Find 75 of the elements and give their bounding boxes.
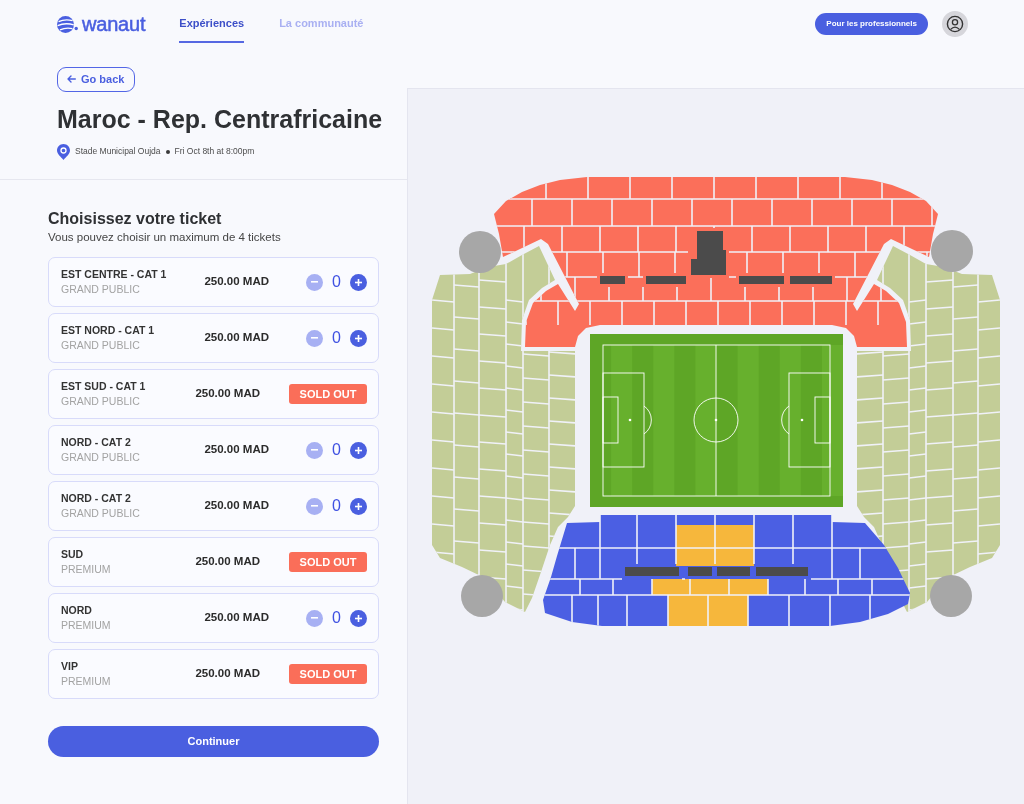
sold-out-badge: SOLD OUT [289,384,367,404]
minus-icon [311,449,318,451]
ticket-category: GRAND PUBLIC [61,507,140,520]
ticket-price: 250.00 MAD [195,386,260,402]
ticket-price: 250.00 MAD [204,274,269,290]
corner-tower [461,575,503,617]
increase-button[interactable] [350,497,367,515]
sold-out-badge: SOLD OUT [289,664,367,684]
logo-wordmark: wanaut [82,14,146,34]
plus-icon [355,278,362,286]
tower-block [691,231,726,275]
increase-button[interactable] [350,329,367,347]
continue-button[interactable]: Continuer [48,726,379,757]
ticket-name: VIP [61,660,78,673]
corner-tower [931,230,973,272]
ticket-category: GRAND PUBLIC [61,451,140,464]
quantity-value: 0 [331,609,342,627]
professionals-button[interactable]: Pour les professionnels [815,13,928,35]
ticket-name: EST NORD - CAT 1 [61,324,155,337]
corner-tower [930,575,972,617]
arrow-left-icon [67,75,76,83]
nav-tab[interactable]: Expériences [179,5,245,43]
logo-ball-icon [57,15,78,33]
quantity-value: 0 [331,273,342,291]
ticket-price: 250.00 MAD [204,498,269,514]
ticket-category: GRAND PUBLIC [61,339,140,352]
booth [625,567,679,576]
ticket-price: 250.00 MAD [204,442,269,458]
ticket-category: PREMIUM [61,675,111,688]
increase-button[interactable] [350,273,367,291]
plus-icon [355,614,362,622]
ticket-name: SUD [61,548,84,561]
event-title: Maroc - Rep. Centrafricaine [57,103,383,134]
booth [600,276,625,284]
date-text: Fri Oct 8th at 8:00pm [174,145,255,158]
ticket-name: EST SUD - CAT 1 [61,380,146,393]
section-heading: Choisissez votre ticket [48,209,222,229]
ticket-name: NORD - CAT 2 [61,492,131,505]
quantity-value: 0 [331,441,342,459]
plus-icon [355,334,362,342]
minus-icon [311,281,318,283]
ticket-name: NORD [61,604,92,617]
booth [756,567,808,576]
ticket-category: GRAND PUBLIC [61,395,140,408]
booth [790,276,832,284]
section-subheading: Vous pouvez choisir un maximum de 4 tickets [48,230,281,244]
ticket-name: NORD - CAT 2 [61,436,131,449]
quantity-value: 0 [331,497,342,515]
plus-icon [355,446,362,454]
ticket-price: 250.00 MAD [195,666,260,682]
increase-button[interactable] [350,609,367,627]
booth [688,567,712,576]
ticket-price: 250.00 MAD [195,554,260,570]
booth [717,567,750,576]
location-pin-icon [57,143,70,160]
minus-icon [311,617,318,619]
ticket-category: GRAND PUBLIC [61,283,140,296]
corner-tower [459,231,501,273]
ticket-category: PREMIUM [61,563,111,576]
separator-dot-icon [165,149,170,154]
ticket-price: 250.00 MAD [204,330,269,346]
sold-out-badge: SOLD OUT [289,552,367,572]
minus-icon [311,337,318,339]
booth [646,276,686,284]
venue-text: Stade Municipal Oujda [75,145,161,158]
user-avatar-icon[interactable] [942,11,968,37]
booth [739,276,784,284]
ticket-price: 250.00 MAD [204,610,269,626]
ticket-name: EST CENTRE - CAT 1 [61,268,167,281]
plus-icon [355,502,362,510]
ticket-category: PREMIUM [61,619,111,632]
increase-button[interactable] [350,441,367,459]
quantity-value: 0 [331,329,342,347]
minus-icon [311,505,318,507]
back-button[interactable]: Go back [57,66,136,92]
